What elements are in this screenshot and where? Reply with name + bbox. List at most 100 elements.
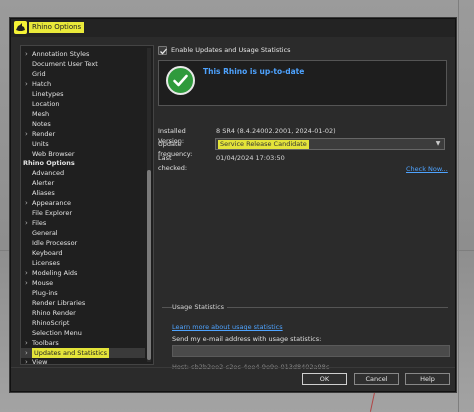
checkmark-icon (160, 48, 167, 54)
enable-updates-row[interactable]: Enable Updates and Usage Statistics (158, 45, 291, 55)
tree-item-rhino-options[interactable]: Rhino Options (21, 158, 145, 168)
tree-item-label: Aliases (32, 189, 55, 198)
tree-item-label: File Explorer (32, 209, 73, 218)
update-frequency-select[interactable]: Service Release Candidate ▼ (215, 138, 445, 150)
title-bar[interactable]: Rhino Options (11, 19, 455, 37)
tree-item-aliases[interactable]: Aliases (21, 188, 145, 198)
tree-item-label: Notes (32, 119, 51, 128)
tree-item-label: General (32, 229, 58, 238)
tree-item-document-user-text[interactable]: Document User Text (21, 59, 145, 69)
chevron-right-icon[interactable]: › (25, 79, 31, 89)
tree-item-keyboard[interactable]: Keyboard (21, 248, 145, 258)
chevron-right-icon[interactable]: › (25, 49, 31, 59)
tree-item-label: Location (32, 99, 60, 108)
tree-item-label: Idle Processor (32, 239, 78, 248)
rhino-logo-icon (14, 21, 27, 34)
tree-item-label: Licenses (32, 258, 60, 267)
tree-item-label: Keyboard (32, 249, 63, 257)
options-tree[interactable]: › Annotation Styles Document User Text Grid… (20, 45, 154, 365)
tree-item-render-libraries[interactable]: Render Libraries (21, 298, 145, 308)
tree-item-selection-menu[interactable]: Selection Menu (21, 328, 145, 338)
tree-item-label: Linetypes (32, 89, 64, 98)
tree-item-label: Selection Menu (32, 328, 82, 337)
learn-more-link[interactable]: Learn more about usage statistics (172, 323, 283, 331)
tree-item-label: Render (32, 129, 56, 138)
tree-item-label: Hatch (32, 79, 52, 88)
enable-updates-label: Enable Updates and Usage Statistics (171, 46, 291, 54)
enable-updates-checkbox[interactable] (158, 45, 167, 55)
tree-item-notes[interactable]: Notes (21, 119, 145, 129)
tree-item-label: Units (32, 139, 49, 148)
tree-item-label: Document User Text (32, 59, 98, 68)
tree-item-units[interactable]: Units (21, 139, 145, 149)
up-to-date-check-icon (166, 66, 195, 95)
viewport-grid-line (458, 0, 459, 412)
window-title: Rhino Options (29, 22, 85, 33)
update-status-box: This Rhino is up-to-date (158, 60, 447, 106)
tree-scrollbar-thumb[interactable] (147, 170, 151, 360)
tree-item-file-explorer[interactable]: File Explorer (21, 208, 145, 218)
tree-item-general[interactable]: General (21, 228, 145, 238)
tree-item-label: Rhino Options (23, 159, 75, 168)
chevron-right-icon[interactable]: › (25, 129, 31, 139)
tree-item-updates-and-statistics[interactable]: › Updates and Statistics (21, 347, 145, 358)
last-checked-label: Last checked: (158, 154, 188, 172)
tree-item-label: Mesh (32, 109, 50, 118)
update-frequency-value: Service Release Candidate (218, 140, 309, 149)
chevron-right-icon[interactable]: › (25, 198, 31, 208)
last-checked-value: 01/04/2024 17:03:50 (216, 154, 285, 162)
tree-item-alerter[interactable]: Alerter (21, 178, 145, 188)
tree-item-label: Updates and Statistics (32, 347, 110, 358)
tree-item-label: Render Libraries (32, 298, 86, 307)
tree-item-toolbars[interactable]: › Toolbars (21, 338, 145, 348)
tree-item-hatch[interactable]: › Hatch (21, 79, 145, 89)
tree-item-location[interactable]: Location (21, 99, 145, 109)
tree-item-label: Web Browser (32, 149, 75, 158)
tree-scrollbar[interactable] (147, 48, 151, 362)
update-status-text: This Rhino is up-to-date (203, 67, 305, 76)
tree-item-appearance[interactable]: › Appearance (21, 198, 145, 208)
tree-item-advanced[interactable]: Advanced (21, 168, 145, 178)
tree-item-label: Annotation Styles (32, 50, 90, 58)
ok-button[interactable]: OK (302, 373, 347, 385)
tree-item-mesh[interactable]: Mesh (21, 109, 145, 119)
help-button[interactable]: Help (405, 373, 450, 385)
chevron-right-icon[interactable]: › (25, 218, 31, 228)
tree-item-view[interactable]: › View (21, 357, 145, 364)
tree-item-mouse[interactable]: › Mouse (21, 278, 145, 288)
tree-item-modeling-aids[interactable]: › Modeling Aids (21, 268, 145, 278)
cancel-button[interactable]: Cancel (354, 373, 399, 385)
tree-item-rhino-render[interactable]: Rhino Render (21, 308, 145, 318)
chevron-right-icon[interactable]: › (25, 278, 31, 288)
tree-item-label: Appearance (32, 199, 72, 208)
tree-item-plug-ins[interactable]: Plug-ins (21, 288, 145, 298)
tree-item-grid[interactable]: Grid (21, 69, 145, 79)
chevron-right-icon[interactable]: › (25, 268, 31, 278)
installed-version-value: 8 SR4 (8.4.24002.2001, 2024-01-02) (216, 127, 336, 135)
tree-item-label: Toolbars (32, 338, 59, 347)
tree-item-label: Grid (32, 69, 46, 78)
updates-statistics-page: Enable Updates and Usage Statistics This… (158, 45, 450, 371)
usage-section-title: Usage Statistics (172, 303, 228, 311)
tree-item-label: Mouse (32, 278, 54, 287)
chevron-right-icon[interactable]: › (25, 357, 31, 364)
tree-item-annotation-styles[interactable]: › Annotation Styles (21, 49, 145, 59)
tree-item-rhinoscript[interactable]: RhinoScript (21, 318, 145, 328)
chevron-right-icon[interactable]: › (25, 338, 31, 348)
email-input[interactable] (172, 345, 450, 357)
tree-item-label: Alerter (32, 179, 55, 188)
email-label: Send my e-mail address with usage statis… (172, 335, 322, 343)
tree-item-files[interactable]: › Files (21, 218, 145, 228)
tree-item-label: Rhino Render (32, 308, 76, 317)
chevron-right-icon[interactable]: › (25, 348, 31, 358)
tree-item-label: RhinoScript (32, 318, 70, 327)
tree-item-label: Advanced (32, 169, 65, 178)
footer-divider (11, 367, 455, 368)
tree-item-linetypes[interactable]: Linetypes (21, 89, 145, 99)
tree-item-web-browser[interactable]: Web Browser (21, 149, 145, 159)
tree-item-render[interactable]: › Render (21, 129, 145, 139)
tree-item-licenses[interactable]: Licenses (21, 258, 145, 268)
check-now-link[interactable]: Check Now... (406, 165, 448, 173)
tree-item-idle-processor[interactable]: Idle Processor (21, 238, 145, 248)
viewport-axis-line (369, 392, 376, 412)
